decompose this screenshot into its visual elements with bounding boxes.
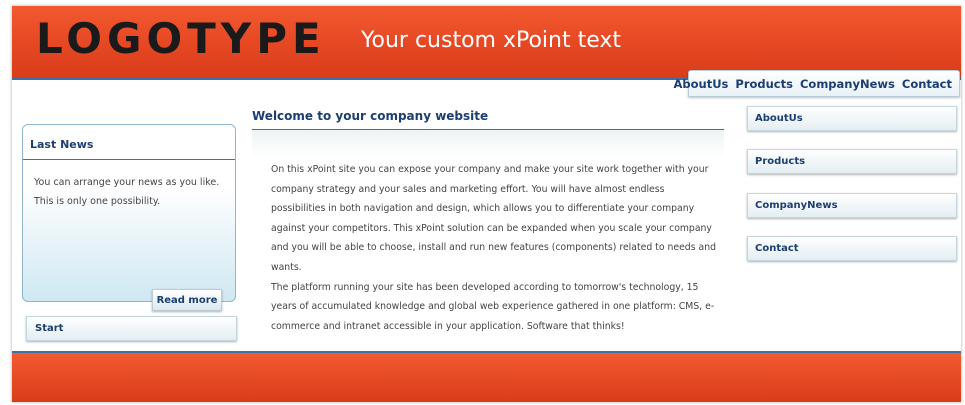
top-nav-products[interactable]: Products — [735, 77, 793, 91]
top-nav-aboutus[interactable]: AboutUs — [673, 77, 728, 91]
top-nav-companynews[interactable]: CompanyNews — [800, 77, 895, 91]
last-news-box: Last News You can arrange your news as y… — [22, 124, 236, 302]
last-news-title: Last News — [30, 138, 94, 151]
side-nav-aboutus[interactable]: AboutUs — [747, 106, 957, 131]
main-body-text: On this xPoint site you can expose your … — [271, 160, 719, 336]
side-nav-companynews[interactable]: CompanyNews — [747, 193, 957, 218]
body-paragraph: On this xPoint site you can expose your … — [271, 164, 716, 273]
last-news-text: You can arrange your news as you like. T… — [34, 177, 220, 207]
top-nav-contact[interactable]: Contact — [902, 77, 952, 91]
page-frame: LOGOTYPE Your custom xPoint text AboutUs… — [12, 6, 961, 402]
side-nav-contact[interactable]: Contact — [747, 236, 957, 261]
read-more-button[interactable]: Read more — [152, 289, 222, 311]
page-title: Welcome to your company website — [252, 109, 489, 123]
site-logo[interactable]: LOGOTYPE — [36, 16, 326, 62]
title-shade — [252, 130, 724, 158]
body-paragraph: The platform running your site has been … — [271, 281, 715, 332]
side-nav-products[interactable]: Products — [747, 149, 957, 174]
top-navigation: AboutUs Products CompanyNews Contact — [673, 70, 960, 97]
last-news-divider — [23, 159, 235, 160]
site-header: LOGOTYPE Your custom xPoint text — [12, 6, 961, 80]
site-footer — [12, 353, 961, 402]
left-nav-start[interactable]: Start — [26, 316, 237, 341]
site-tagline: Your custom xPoint text — [361, 28, 622, 53]
